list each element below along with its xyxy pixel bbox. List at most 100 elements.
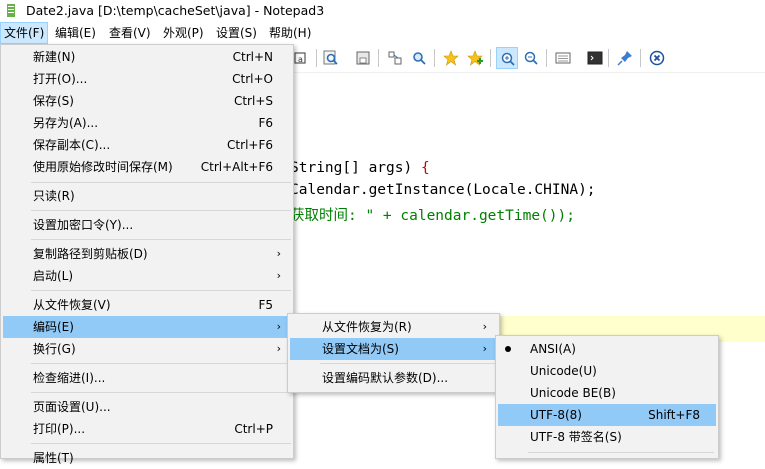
menu-item-label: 只读(R): [33, 189, 75, 203]
menu-item-label: 设置加密口令(Y)...: [33, 218, 134, 232]
menu-item-label: 检查缩进(I)...: [33, 371, 106, 385]
menu-item-label: 属性(T): [33, 451, 74, 465]
menu-settings[interactable]: 设置(S): [213, 22, 260, 44]
menu-item-line-endings[interactable]: 换行(G) ›: [3, 338, 291, 360]
menu-item-utf8[interactable]: UTF-8(8) Shift+F8: [498, 404, 716, 426]
menu-separator: [31, 239, 291, 240]
menu-item-label: Unicode(U): [530, 364, 597, 378]
menu-item-label: 新建(N): [33, 50, 76, 64]
zoom-in-icon: [501, 52, 515, 66]
menu-item-label: 设置编码默认参数(D)...: [322, 371, 449, 385]
star-add-icon: [467, 50, 483, 66]
submenu-arrow-icon: ›: [276, 247, 281, 260]
toolbar-separator: [434, 49, 435, 67]
find-icon: [323, 50, 338, 65]
toolbar-separator: [316, 49, 317, 67]
menu-item-shortcut: Ctrl+N: [232, 50, 273, 64]
menu-item-save-as[interactable]: 另存为(A)... F6: [3, 112, 291, 134]
favorites-button[interactable]: [440, 47, 462, 69]
console-icon: [587, 51, 603, 65]
menu-item-shortcut: Shift+F8: [648, 408, 700, 422]
svg-text:a: a: [298, 55, 303, 64]
menu-item-shortcut: Ctrl+P: [234, 422, 273, 436]
menu-item-label: 启动(L): [33, 269, 74, 283]
add-favorite-button[interactable]: [464, 47, 486, 69]
menu-item-label: 使用原始修改时间保存(M): [33, 160, 173, 174]
menu-item-label: 编码(E): [33, 320, 74, 334]
menu-separator: [31, 392, 291, 393]
menu-item-properties[interactable]: 属性(T): [3, 447, 291, 469]
document-encoding-submenu: ANSI(A) Unicode(U) Unicode BE(B) UTF-8(8…: [495, 335, 719, 459]
menu-item-set-password[interactable]: 设置加密口令(Y)...: [3, 214, 291, 236]
menu-item-label: 保存副本(C)...: [33, 138, 111, 152]
menu-separator: [31, 210, 291, 211]
zoom-out-icon: [524, 51, 538, 65]
submenu-arrow-icon: ›: [482, 342, 487, 355]
file-menu: 新建(N) Ctrl+N 打开(O)... Ctrl+O 保存(S) Ctrl+S 另…: [0, 44, 294, 465]
window-title: Date2.java [D:\temp\cacheSet\java] - Not…: [26, 3, 325, 18]
menu-help[interactable]: 帮助(H): [266, 22, 314, 44]
find-next-icon: [413, 52, 426, 65]
menu-item-revert[interactable]: 从文件恢复(V) F5: [3, 294, 291, 316]
toolbar-separator: [378, 49, 379, 67]
menu-view[interactable]: 查看(V): [106, 22, 154, 44]
menu-item-set-document-as[interactable]: 设置文档为(S) ›: [290, 338, 497, 360]
replace-icon: a: [294, 52, 306, 64]
menu-edit[interactable]: 编辑(E): [52, 22, 99, 44]
menu-file[interactable]: 文件(F): [0, 22, 49, 44]
wrap-icon: [388, 51, 402, 65]
menu-item-unicode[interactable]: Unicode(U): [498, 360, 716, 382]
menu-item-new[interactable]: 新建(N) Ctrl+N: [3, 46, 291, 68]
submenu-arrow-icon: ›: [276, 342, 281, 355]
menu-item-label: UTF-8(8): [530, 408, 582, 422]
menu-item-print[interactable]: 打印(P)... Ctrl+P: [3, 418, 291, 440]
menu-item-revert-as[interactable]: 从文件恢复为(R) ›: [290, 316, 497, 338]
pin-button[interactable]: [614, 47, 636, 69]
close-document-button[interactable]: [646, 47, 668, 69]
menu-item-utf8-bom[interactable]: UTF-8 带签名(S): [498, 426, 716, 448]
menu-item-open[interactable]: 打开(O)... Ctrl+O: [3, 68, 291, 90]
menu-item-shortcut: F5: [258, 298, 273, 312]
save-all-button[interactable]: [352, 47, 374, 69]
menu-item-save-copy[interactable]: 保存副本(C)... Ctrl+F6: [3, 134, 291, 156]
menu-item-label: 另存为(A)...: [33, 116, 99, 130]
menu-item-shortcut: Ctrl+F6: [227, 138, 273, 152]
wrap-button[interactable]: [384, 47, 406, 69]
menu-item-launch[interactable]: 启动(L) ›: [3, 265, 291, 287]
encoding-submenu: 从文件恢复为(R) › 设置文档为(S) › 设置编码默认参数(D)...: [287, 313, 500, 393]
menu-item-encoding[interactable]: 编码(E) ›: [3, 316, 291, 338]
toolbar-separator: [640, 49, 641, 67]
menu-item-save[interactable]: 保存(S) Ctrl+S: [3, 90, 291, 112]
close-icon: [649, 50, 665, 66]
find-button[interactable]: [320, 47, 342, 69]
find-next-button[interactable]: [408, 47, 430, 69]
menu-item-ansi[interactable]: ANSI(A): [498, 338, 716, 360]
code-line: Calendar.getInstance(Locale.CHINA);: [290, 182, 596, 198]
pin-icon: [617, 51, 632, 66]
menu-item-page-setup[interactable]: 页面设置(U)...: [3, 396, 291, 418]
menu-item-unicode-be[interactable]: Unicode BE(B): [498, 382, 716, 404]
zoom-out-button[interactable]: [520, 47, 542, 69]
menu-item-label: ANSI(A): [530, 342, 576, 356]
view-button[interactable]: [552, 47, 574, 69]
menu-separator: [320, 363, 496, 364]
zoom-in-button[interactable]: [496, 47, 518, 69]
title-bar: Date2.java [D:\temp\cacheSet\java] - Not…: [0, 0, 765, 22]
menu-item-encoding-defaults[interactable]: 设置编码默认参数(D)...: [290, 367, 497, 389]
console-button[interactable]: [584, 47, 606, 69]
menu-item-save-original-time[interactable]: 使用原始修改时间保存(M) Ctrl+Alt+F6: [3, 156, 291, 178]
submenu-arrow-icon: ›: [276, 269, 281, 282]
menu-item-check-indent[interactable]: 检查缩进(I)...: [3, 367, 291, 389]
menu-appearance[interactable]: 外观(P): [160, 22, 207, 44]
code-string: 获取时间: " + calendar.getTime());: [290, 208, 575, 224]
menu-item-label: 从文件恢复为(R): [322, 320, 412, 334]
radio-bullet-icon: [505, 346, 511, 352]
submenu-arrow-icon: ›: [276, 320, 281, 333]
code-text: String[] args): [290, 160, 421, 176]
menu-item-label: 页面设置(U)...: [33, 400, 111, 414]
menu-item-copy-path[interactable]: 复制路径到剪贴板(D) ›: [3, 243, 291, 265]
toolbar-separator: [490, 49, 491, 67]
menu-item-label: 从文件恢复(V): [33, 298, 111, 312]
menu-item-shortcut: Ctrl+Alt+F6: [200, 160, 273, 174]
menu-item-read-only[interactable]: 只读(R): [3, 185, 291, 207]
